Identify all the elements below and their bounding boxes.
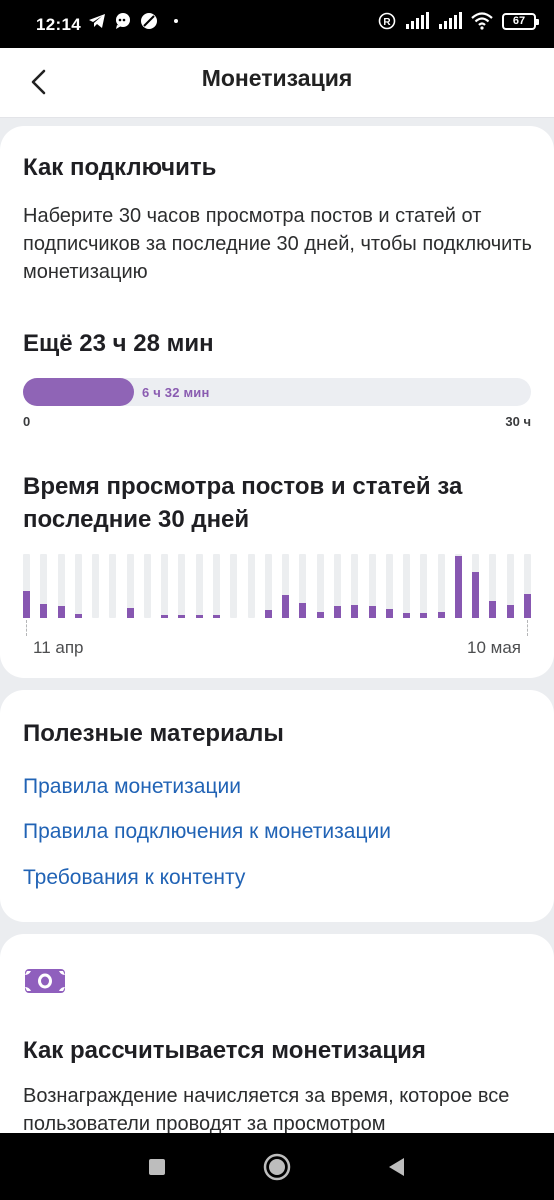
chart-bar-track xyxy=(248,554,255,618)
chart-bar xyxy=(23,591,30,618)
chart-bar xyxy=(489,601,496,618)
signal-icon xyxy=(439,12,462,29)
calculation-title: Как рассчитывается монетизация xyxy=(23,1037,426,1064)
calculation-description: Вознаграждение начисляется за время, кот… xyxy=(23,1085,510,1133)
wifi-icon xyxy=(471,12,493,30)
chart-bar-track xyxy=(196,554,203,618)
status-bar: 12:14 R 67 xyxy=(0,0,554,48)
calculation-card: Как рассчитывается монетизация Вознаграж… xyxy=(0,934,554,1133)
connect-card: Как подключить Наберите 30 часов просмот… xyxy=(0,126,554,678)
battery-icon: 67 xyxy=(502,12,539,30)
registered-icon: R xyxy=(378,12,396,30)
home-button[interactable] xyxy=(263,1153,291,1181)
chart-bar-track xyxy=(265,554,272,618)
axis-end-label: 10 мая xyxy=(467,638,521,657)
back-triangle-icon xyxy=(389,1158,404,1176)
connect-description: Наберите 30 часов просмотра постов и ста… xyxy=(23,205,532,283)
progress-max-label: 30 ч xyxy=(505,414,531,429)
status-time: 12:14 xyxy=(36,15,81,34)
chart-bar xyxy=(524,594,531,618)
chart-bar-track xyxy=(75,554,82,618)
chart-bar xyxy=(161,615,168,618)
chart-bar xyxy=(420,613,427,618)
chart-bar-track xyxy=(420,554,427,618)
progress-value: 6 ч 32 мин xyxy=(142,385,210,400)
progress-min-label: 0 xyxy=(23,414,31,429)
chart-bar-track xyxy=(144,554,151,618)
chart-bar-track xyxy=(317,554,324,618)
chart-bar xyxy=(438,612,445,618)
axis-start-line xyxy=(26,620,27,636)
chart-bar-track xyxy=(230,554,237,618)
chart-bar xyxy=(178,615,185,618)
chart-bar xyxy=(351,605,358,618)
chart-bar xyxy=(403,613,410,618)
chart-bar-track xyxy=(213,554,220,618)
chart-bar xyxy=(334,606,341,618)
chart-bar xyxy=(507,605,514,618)
materials-title: Полезные материалы xyxy=(23,720,284,747)
axis-end-line xyxy=(527,620,528,636)
link-monetization-rules[interactable]: Правила монетизации xyxy=(23,775,241,799)
chart-bar-track xyxy=(438,554,445,618)
chart-bar-track xyxy=(403,554,410,618)
chart-bar xyxy=(455,556,462,618)
chart-bar-track xyxy=(92,554,99,618)
remaining-time: Ещё 23 ч 28 мин xyxy=(23,330,214,357)
content-scroll-area[interactable]: Как подключить Наберите 30 часов просмот… xyxy=(0,118,554,1133)
chart-bar xyxy=(58,606,65,618)
link-connection-rules[interactable]: Правила подключения к монетизации xyxy=(23,820,391,844)
signal-icon xyxy=(406,12,429,29)
chart-bar xyxy=(282,595,289,618)
chart-bar xyxy=(196,615,203,618)
link-content-requirements[interactable]: Требования к контенту xyxy=(23,866,245,890)
chart-bar xyxy=(265,610,272,618)
system-back-button[interactable] xyxy=(384,1154,410,1180)
chart-bar xyxy=(75,614,82,618)
chart-bar-track xyxy=(178,554,185,618)
connect-title: Как подключить xyxy=(23,154,217,181)
page-title: Монетизация xyxy=(201,65,353,91)
system-nav-bar xyxy=(0,1133,554,1200)
no-access-icon xyxy=(141,13,157,29)
chart-bar-track xyxy=(109,554,116,618)
watch-time-chart: 11 апр 10 мая xyxy=(23,554,531,657)
app-bar: Монетизация xyxy=(0,48,554,118)
chart-bar xyxy=(299,603,306,618)
recents-square-icon xyxy=(149,1159,165,1175)
telegram-icon xyxy=(89,14,105,28)
materials-card: Полезные материалы Правила монетизации П… xyxy=(0,690,554,922)
axis-start-label: 11 апр xyxy=(33,638,84,657)
chart-bar-track xyxy=(161,554,168,618)
chart-bar xyxy=(472,572,479,618)
dot-icon xyxy=(174,19,178,23)
recents-button[interactable] xyxy=(144,1154,170,1180)
chart-bar xyxy=(40,604,47,618)
chart-bar xyxy=(127,608,134,618)
chart-bar xyxy=(369,606,376,618)
chart-bar xyxy=(386,609,393,618)
chart-bar xyxy=(317,612,324,618)
svg-text:R: R xyxy=(383,17,391,28)
chat-bubble-icon xyxy=(116,13,130,29)
chart-title: Время просмотра постов и статей за после… xyxy=(23,473,463,533)
money-banknote-icon xyxy=(25,969,65,993)
chart-bar xyxy=(213,615,220,618)
progress-bar: 6 ч 32 мин xyxy=(23,378,531,406)
progress-fill xyxy=(23,378,134,406)
home-circle-icon xyxy=(263,1153,291,1181)
